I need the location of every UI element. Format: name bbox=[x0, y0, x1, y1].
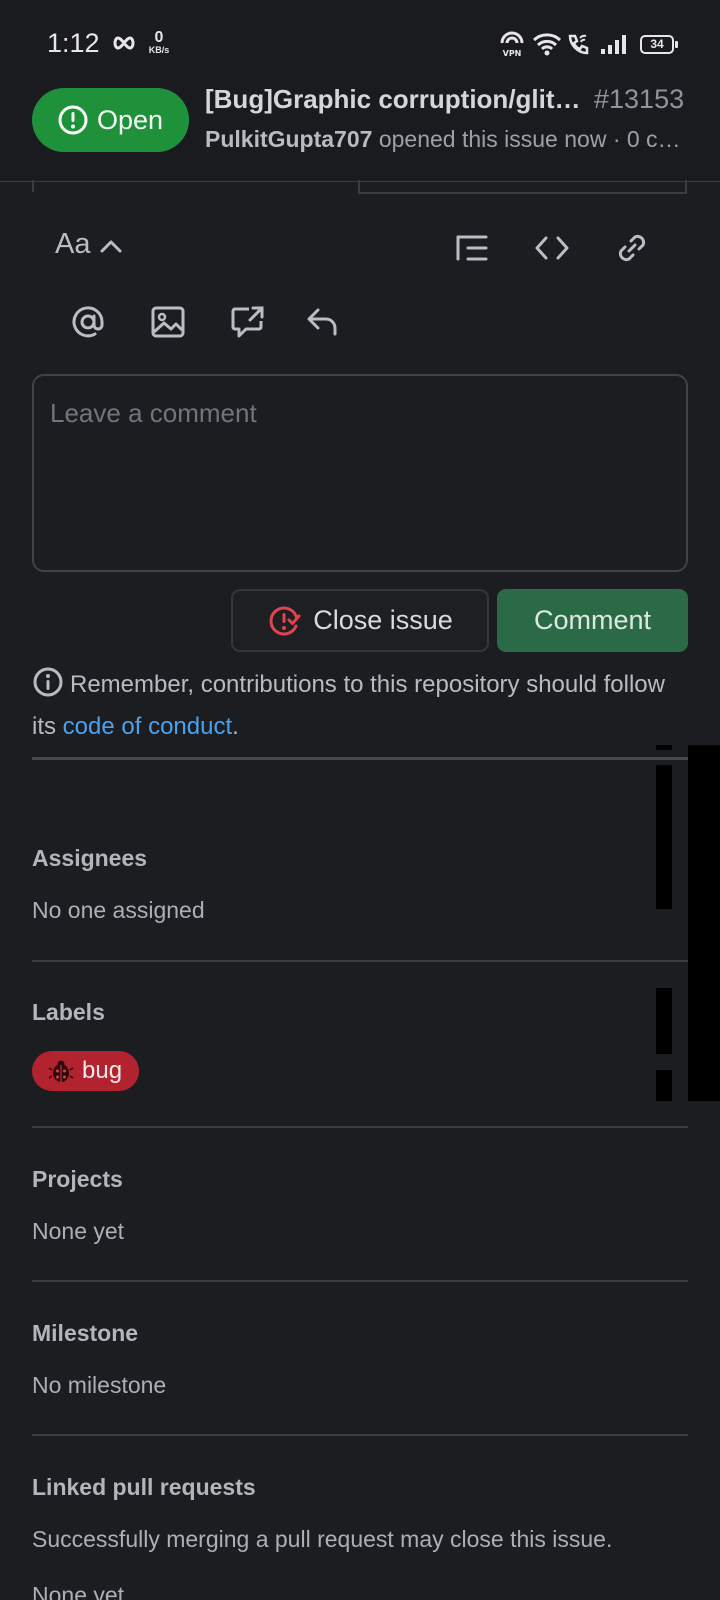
issue-header: Open [Bug]Graphic corruption/glitches #1… bbox=[0, 66, 720, 182]
tab-fragment-right bbox=[358, 180, 687, 194]
link-icon[interactable] bbox=[612, 228, 652, 268]
assignees-value: No one assigned bbox=[32, 897, 205, 923]
ladybug-icon bbox=[48, 1058, 74, 1084]
label-bug[interactable]: bug bbox=[32, 1051, 139, 1091]
section-divider bbox=[32, 1434, 688, 1436]
milestone-heading[interactable]: Milestone bbox=[32, 1320, 138, 1347]
projects-heading[interactable]: Projects bbox=[32, 1166, 123, 1193]
code-of-conduct-notice: Remember, contributions to this reposito… bbox=[32, 666, 692, 745]
issue-page: 1:12 0 KB/s VPN 34 Open [Bug]Graphic cor… bbox=[0, 0, 720, 1600]
issue-number: #13153 bbox=[594, 84, 685, 114]
cross-reference-icon[interactable] bbox=[228, 302, 268, 342]
image-icon[interactable] bbox=[148, 302, 188, 342]
text-style-button[interactable]: Aa bbox=[55, 228, 90, 261]
section-divider bbox=[32, 1280, 688, 1282]
close-issue-button[interactable]: Close issue bbox=[231, 589, 489, 652]
mention-icon[interactable] bbox=[68, 302, 108, 342]
issue-open-icon bbox=[58, 105, 88, 135]
code-icon[interactable] bbox=[532, 228, 572, 268]
list-icon[interactable] bbox=[452, 228, 492, 268]
status-time: 1:12 bbox=[47, 28, 100, 58]
linked-pull-requests-heading[interactable]: Linked pull requests bbox=[32, 1474, 256, 1501]
projects-value: None yet bbox=[32, 1218, 125, 1244]
section-divider bbox=[32, 757, 688, 760]
section-divider bbox=[32, 960, 688, 962]
network-speed: 0 KB/s bbox=[148, 29, 170, 55]
redaction-bar bbox=[656, 745, 672, 750]
reply-icon[interactable] bbox=[302, 302, 342, 342]
svg-text:VPN: VPN bbox=[503, 49, 522, 57]
infinity-icon bbox=[113, 36, 135, 50]
issue-title: [Bug]Graphic corruption/glitches bbox=[205, 84, 585, 114]
info-icon bbox=[32, 666, 64, 709]
comment-input[interactable]: Leave a comment bbox=[32, 374, 688, 572]
status-bar: 1:12 0 KB/s VPN 34 bbox=[0, 0, 720, 66]
redaction-bar bbox=[656, 1070, 672, 1101]
labels-heading[interactable]: Labels bbox=[32, 999, 105, 1026]
wifi-icon bbox=[532, 33, 562, 56]
comment-placeholder: Leave a comment bbox=[50, 398, 257, 428]
redaction-bar bbox=[656, 765, 672, 909]
comment-button[interactable]: Comment bbox=[497, 589, 688, 652]
issue-closed-icon bbox=[269, 606, 301, 635]
milestone-value: No milestone bbox=[32, 1372, 167, 1398]
battery-icon: 34 bbox=[640, 35, 678, 54]
assignees-heading[interactable]: Assignees bbox=[32, 845, 147, 872]
signal-icon bbox=[601, 35, 626, 54]
section-divider bbox=[32, 1126, 688, 1128]
chevron-up-icon[interactable] bbox=[97, 232, 125, 260]
issue-author[interactable]: PulkitGupta707 bbox=[205, 126, 372, 152]
vpn-icon: VPN bbox=[500, 31, 524, 57]
linked-pull-requests-value: None yet bbox=[32, 1582, 125, 1600]
code-of-conduct-link[interactable]: code of conduct bbox=[63, 713, 232, 740]
issue-meta: PulkitGupta707 opened this issue now · 0… bbox=[205, 126, 685, 152]
tab-fragment-left bbox=[32, 180, 34, 192]
linked-pull-requests-description: Successfully merging a pull request may … bbox=[32, 1526, 613, 1552]
wifi-call-icon bbox=[568, 34, 589, 55]
issue-state-badge: Open bbox=[32, 88, 189, 152]
redaction-bar bbox=[688, 745, 720, 1101]
redaction-bar bbox=[656, 988, 672, 1054]
